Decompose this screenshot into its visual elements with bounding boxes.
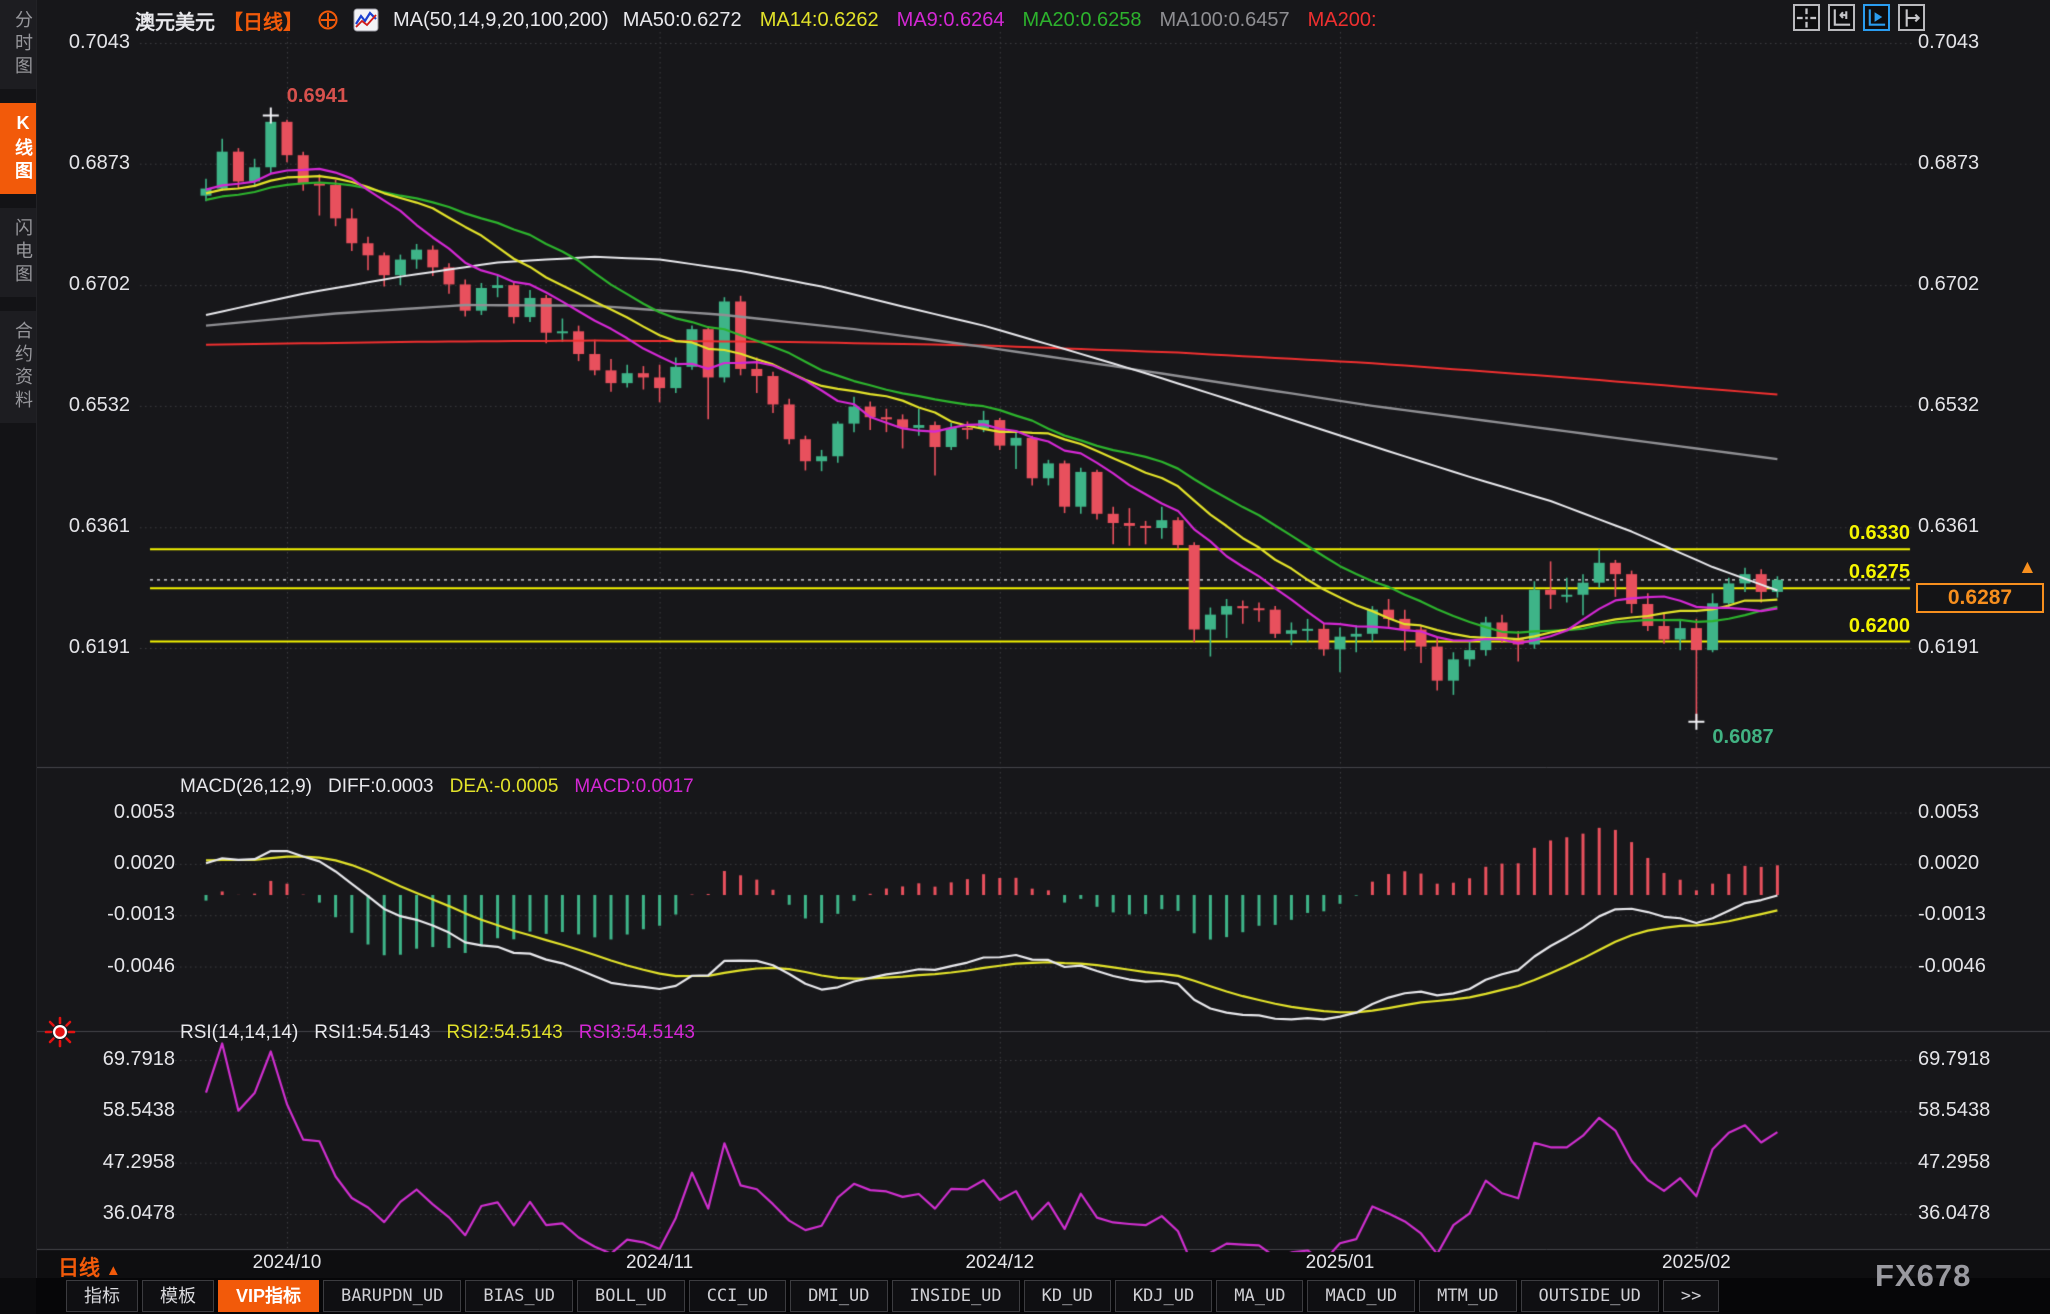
period-tag: 【日线】	[223, 6, 303, 35]
tab-kd-ud[interactable]: KD_UD	[1024, 1280, 1111, 1312]
price-chart-canvas[interactable]	[0, 0, 2050, 1314]
crosshair-icon[interactable]	[1793, 4, 1820, 31]
tab-more[interactable]: >>	[1663, 1280, 1719, 1312]
ma-value-4: MA100:0.6457	[1160, 9, 1290, 32]
time-axis-label-0: 2024/10	[232, 1252, 342, 1274]
chart-type-sidebar: 分时图 K线图闪电图合约资料	[0, 0, 37, 1278]
pair-title: 澳元美元	[135, 6, 215, 35]
ma-value-5: MA200:	[1308, 9, 1377, 32]
tab-cci-ud[interactable]: CCI_UD	[689, 1280, 786, 1312]
tab-barupdn-ud[interactable]: BARUPDN_UD	[323, 1280, 461, 1312]
time-axis-label-2: 2024/12	[945, 1252, 1055, 1274]
brand-watermark: FX678	[1875, 1258, 1971, 1294]
chart-thumbnail-icon	[353, 8, 379, 32]
ma-value-0: MA50:0.6272	[623, 9, 742, 32]
tab-inside-ud[interactable]: INSIDE_UD	[892, 1280, 1020, 1312]
ma-value-1: MA14:0.6262	[760, 9, 879, 32]
rsi-header-item-2: RSI2:54.5143	[447, 1022, 563, 1044]
tab-templates[interactable]: 模板	[142, 1280, 214, 1312]
rsi-header: RSI(14,14,14) RSI1:54.5143 RSI2:54.5143 RSI…	[180, 1022, 695, 1044]
macd-header-item-0: MACD(26,12,9)	[180, 776, 312, 798]
indicator-tabbar: 指标模板VIP指标BARUPDN_UDBIAS_UDBOLL_UDCCI_UDD…	[36, 1278, 2050, 1314]
axis-play-icon[interactable]	[1863, 4, 1890, 31]
ma-value-3: MA20:0.6258	[1023, 9, 1142, 32]
macd-header-item-3: MACD:0.0017	[574, 776, 693, 798]
tab-bias-ud[interactable]: BIAS_UD	[465, 1280, 573, 1312]
tab-boll-ud[interactable]: BOLL_UD	[577, 1280, 685, 1312]
macd-header: MACD(26,12,9) DIFF:0.0003 DEA:-0.0005 MACD:…	[180, 776, 694, 798]
sidebar-item-kline-chart[interactable]: K线图	[0, 103, 36, 194]
alarm-blink-icon	[44, 1016, 76, 1053]
macd-header-item-1: DIFF:0.0003	[328, 776, 434, 798]
trading-app: { "window": { "watermark": "FX678" }, "s…	[0, 0, 2050, 1314]
time-axis-label-4: 2025/02	[1641, 1252, 1751, 1274]
tab-mtm-ud[interactable]: MTM_UD	[1419, 1280, 1516, 1312]
sidebar-item-flash-chart[interactable]: 闪电图	[0, 208, 36, 297]
current-price-box: 0.6287	[1916, 583, 2044, 613]
tab-indicators[interactable]: 指标	[66, 1280, 138, 1312]
ma-values: MA50:0.6272 MA14:0.6262 MA9:0.6264 MA20:0.6…	[623, 9, 1377, 32]
tab-outside-ud[interactable]: OUTSIDE_UD	[1521, 1280, 1659, 1312]
chart-toolbar	[1793, 4, 1925, 31]
tab-kdj-ud[interactable]: KDJ_UD	[1115, 1280, 1212, 1312]
axis-compress-icon[interactable]	[1828, 4, 1855, 31]
sidebar-item-contract-info[interactable]: 合约资料	[0, 311, 36, 423]
time-axis-label-1: 2024/11	[605, 1252, 715, 1274]
axis-shift-icon[interactable]	[1898, 4, 1925, 31]
ma-settings-label: MA(50,14,9,20,100,200)	[393, 9, 609, 32]
rsi-header-item-1: RSI1:54.5143	[314, 1022, 430, 1044]
expand-icon[interactable]	[317, 9, 339, 31]
rsi-header-item-3: RSI3:54.5143	[579, 1022, 695, 1044]
time-axis-label-3: 2025/01	[1285, 1252, 1395, 1274]
ma-value-2: MA9:0.6264	[897, 9, 1005, 32]
macd-header-item-2: DEA:-0.0005	[450, 776, 559, 798]
tab-dmi-ud[interactable]: DMI_UD	[790, 1280, 887, 1312]
tab-macd-ud[interactable]: MACD_UD	[1307, 1280, 1415, 1312]
tab-vip-indicators[interactable]: VIP指标	[218, 1280, 319, 1312]
tab-ma-ud[interactable]: MA_UD	[1216, 1280, 1303, 1312]
period-collapse-arrow-icon: ▲	[106, 1262, 121, 1279]
chart-header: 澳元美元 【日线】 MA(50,14,9,20,100,200) MA50:0.…	[135, 6, 1377, 34]
sidebar-item-time-share-chart[interactable]: 分时图	[0, 0, 36, 89]
rsi-header-item-0: RSI(14,14,14)	[180, 1022, 298, 1044]
period-selector-label: 日线	[58, 1257, 100, 1280]
